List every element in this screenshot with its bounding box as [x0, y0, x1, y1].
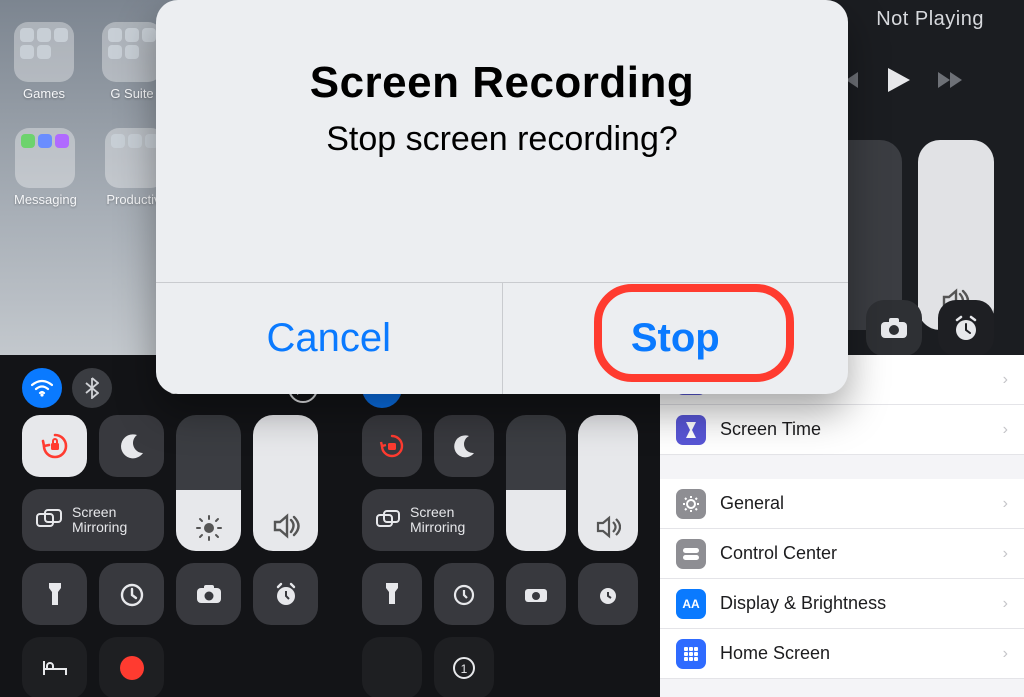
- timer-icon: [452, 582, 476, 606]
- folder-label: Productivi: [106, 192, 163, 207]
- brightness-icon: [196, 515, 222, 541]
- mirror-label-1: Screen: [72, 505, 127, 520]
- switches-icon: [676, 539, 706, 569]
- wifi-icon: [31, 379, 53, 397]
- screen-recording-alert: Screen Recording Stop screen recording? …: [156, 0, 848, 394]
- record-icon: [120, 656, 144, 680]
- folder-label: Messaging: [14, 192, 77, 207]
- settings-list: Do Not Disturb › Screen Time › General ›…: [660, 355, 1024, 697]
- cancel-label: Cancel: [266, 316, 391, 361]
- alarm-tile-c[interactable]: [578, 563, 638, 625]
- alarm-tile-b[interactable]: [253, 563, 318, 625]
- badge-icon: 1: [452, 656, 476, 680]
- timer-tile-b[interactable]: [434, 563, 494, 625]
- orientation-lock-icon: [40, 431, 70, 461]
- wifi-circle[interactable]: [22, 368, 62, 408]
- alarm-icon: [952, 314, 980, 342]
- volume-icon: [595, 513, 621, 539]
- flashlight-icon: [385, 582, 399, 606]
- cancel-button[interactable]: Cancel: [156, 283, 502, 394]
- orientation-lock-icon: [378, 432, 406, 460]
- settings-row-display[interactable]: AA Display & Brightness ›: [660, 579, 1024, 629]
- volume-icon: [272, 511, 300, 539]
- chevron-right-icon: ›: [1003, 595, 1008, 613]
- moon-icon: [452, 434, 476, 458]
- dnd-tile[interactable]: [99, 415, 164, 477]
- screen-mirroring-tile[interactable]: ScreenMirroring: [22, 489, 164, 551]
- volume-slider-c[interactable]: [578, 415, 638, 551]
- record-tile[interactable]: [99, 637, 164, 697]
- volume-slider-b[interactable]: [253, 415, 318, 551]
- folder-label: G Suite: [110, 86, 153, 101]
- settings-label: Screen Time: [720, 419, 1003, 440]
- svg-text:1: 1: [461, 662, 468, 676]
- grid-icon: [676, 639, 706, 669]
- settings-gap: [660, 455, 1024, 479]
- mirror-icon: [36, 509, 62, 531]
- alert-title: Screen Recording: [156, 58, 848, 108]
- stop-button[interactable]: Stop: [502, 283, 849, 394]
- timer-tile[interactable]: [99, 563, 164, 625]
- settings-label: Control Center: [720, 543, 1003, 564]
- extra-tile-1[interactable]: [22, 637, 87, 697]
- extra-tile-2[interactable]: [362, 637, 422, 697]
- screen-mirroring-tile-b[interactable]: ScreenMirroring: [362, 489, 494, 551]
- bed-icon: [42, 659, 68, 677]
- camera-icon: [196, 584, 222, 604]
- chevron-right-icon: ›: [1003, 545, 1008, 563]
- settings-row-controlcenter[interactable]: Control Center ›: [660, 529, 1024, 579]
- camera-tile[interactable]: [866, 300, 922, 356]
- next-icon[interactable]: [938, 71, 964, 89]
- folder-label: Games: [23, 86, 65, 101]
- flashlight-tile[interactable]: [22, 563, 87, 625]
- settings-row-general[interactable]: General ›: [660, 479, 1024, 529]
- gear-icon: [676, 489, 706, 519]
- alarm-icon: [273, 581, 299, 607]
- settings-label: Display & Brightness: [720, 593, 1003, 614]
- dnd-tile-b[interactable]: [434, 415, 494, 477]
- alert-message: Stop screen recording?: [156, 120, 848, 159]
- chevron-right-icon: ›: [1003, 495, 1008, 513]
- flashlight-tile-b[interactable]: [362, 563, 422, 625]
- folder-gsuite[interactable]: G Suite: [102, 22, 162, 101]
- badge-tile[interactable]: 1: [434, 637, 494, 697]
- chevron-right-icon: ›: [1003, 421, 1008, 439]
- settings-row-homescreen[interactable]: Home Screen ›: [660, 629, 1024, 679]
- mirror-label-2: Mirroring: [72, 520, 127, 535]
- control-center-panel-a: 00:02 ScreenMirroring: [0, 355, 340, 697]
- folder-games[interactable]: Games: [14, 22, 74, 101]
- flashlight-icon: [47, 581, 63, 607]
- display-icon: AA: [676, 589, 706, 619]
- orientation-lock-tile[interactable]: [22, 415, 87, 477]
- alarm-tile[interactable]: [938, 300, 994, 356]
- moon-icon: [119, 433, 145, 459]
- brightness-slider-b[interactable]: [176, 415, 241, 551]
- media-transport: [834, 68, 964, 92]
- camera-icon: [880, 317, 908, 339]
- orientation-lock-tile-b[interactable]: [362, 415, 422, 477]
- camera-tile-b[interactable]: [176, 563, 241, 625]
- chevron-right-icon: ›: [1003, 371, 1008, 389]
- bluetooth-circle[interactable]: [72, 368, 112, 408]
- bluetooth-icon: [85, 377, 99, 399]
- alarm-icon: [596, 582, 620, 606]
- mirror-icon: [376, 510, 400, 530]
- stop-label: Stop: [631, 316, 720, 361]
- now-playing-label: Not Playing: [876, 8, 984, 31]
- settings-row-screentime[interactable]: Screen Time ›: [660, 405, 1024, 455]
- brightness-slider-c[interactable]: [506, 415, 566, 551]
- home-folders: Games G Suite: [14, 22, 162, 101]
- folder-messaging[interactable]: Messaging: [14, 128, 77, 207]
- camera-icon: [524, 585, 548, 603]
- chevron-right-icon: ›: [1003, 645, 1008, 663]
- play-icon[interactable]: [888, 68, 910, 92]
- control-center-panel-b: ScreenMirroring 1: [340, 355, 660, 697]
- timer-icon: [119, 581, 145, 607]
- home-folders-row2: Messaging Productivi: [14, 128, 165, 207]
- camera-tile-c[interactable]: [506, 563, 566, 625]
- screentime-icon: [676, 415, 706, 445]
- settings-label: Home Screen: [720, 643, 1003, 664]
- settings-label: General: [720, 493, 1003, 514]
